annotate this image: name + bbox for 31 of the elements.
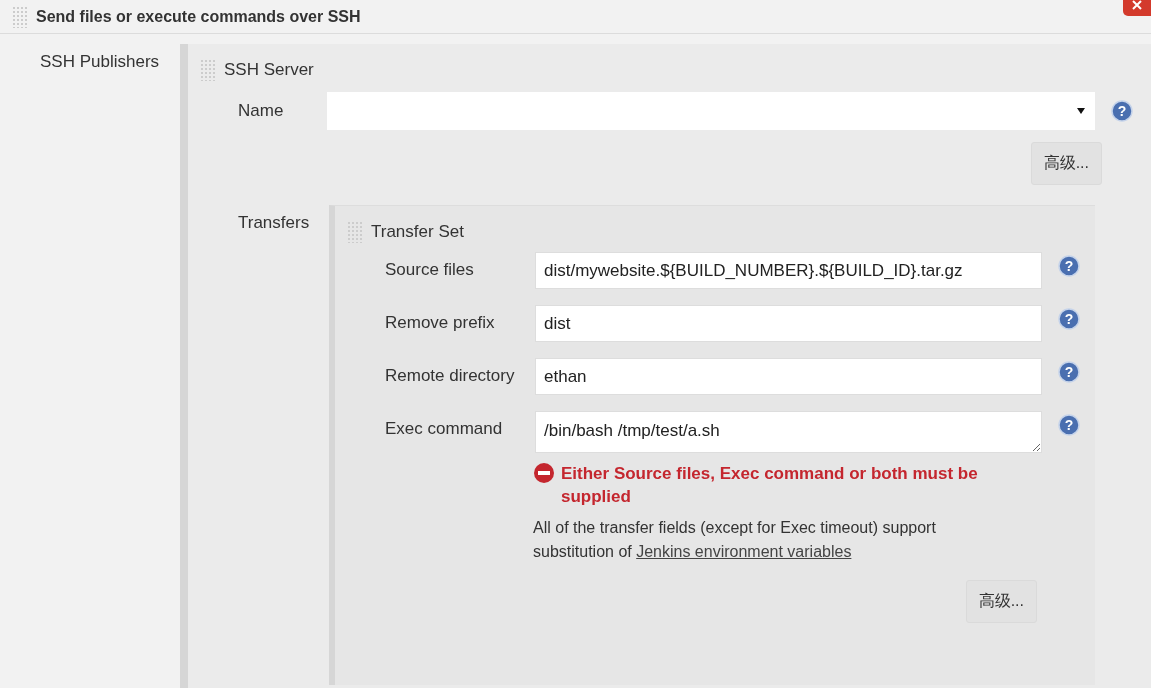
field-label: Exec command <box>385 418 504 439</box>
help-icon[interactable]: ? <box>1058 308 1080 330</box>
field-label: Remove prefix <box>385 312 496 333</box>
name-dropdown[interactable] <box>327 92 1095 130</box>
panel-title: SSH Server <box>224 60 314 80</box>
advanced-button[interactable]: 高级... <box>1030 142 1102 185</box>
field-label: Transfers <box>238 212 311 234</box>
field-label: SSH Publishers <box>40 52 160 71</box>
help-icon[interactable]: ? <box>1111 100 1133 122</box>
input-field[interactable]: ethan <box>535 358 1042 395</box>
field-label: Name <box>238 101 285 121</box>
error-message: Either Source files, Exec command or both must be supplied <box>561 463 979 508</box>
close-icon <box>1132 0 1142 10</box>
field-label: Remote directory <box>385 365 516 386</box>
section-title: Send files or execute commands over SSH <box>36 7 361 26</box>
field-label: Source files <box>385 259 475 280</box>
help-text: All of the transfer fields (except for Exec timeout) support substitution of Jenkins environment variables <box>533 518 937 562</box>
panel-title: Transfer Set <box>371 222 464 242</box>
caret-icon <box>1077 108 1085 114</box>
input-field[interactable]: dist <box>535 305 1042 342</box>
input-field[interactable]: dist/mywebsite.${BUILD_NUMBER}.${BUILD_ID}.tar.gz <box>535 252 1042 289</box>
input-field[interactable]: /bin/bash /tmp/test/a.sh <box>535 411 1042 453</box>
advanced-button[interactable]: 高级... <box>965 580 1037 623</box>
error-icon <box>533 462 555 484</box>
drag-handle-icon[interactable] <box>347 221 363 243</box>
help-icon[interactable]: ? <box>1058 414 1080 436</box>
help-icon[interactable]: ? <box>1058 361 1080 383</box>
drag-handle-icon[interactable] <box>200 59 216 81</box>
help-icon[interactable]: ? <box>1058 255 1080 277</box>
env-vars-link[interactable]: Jenkins environment variables <box>636 543 852 560</box>
delete-button[interactable] <box>1123 0 1151 16</box>
